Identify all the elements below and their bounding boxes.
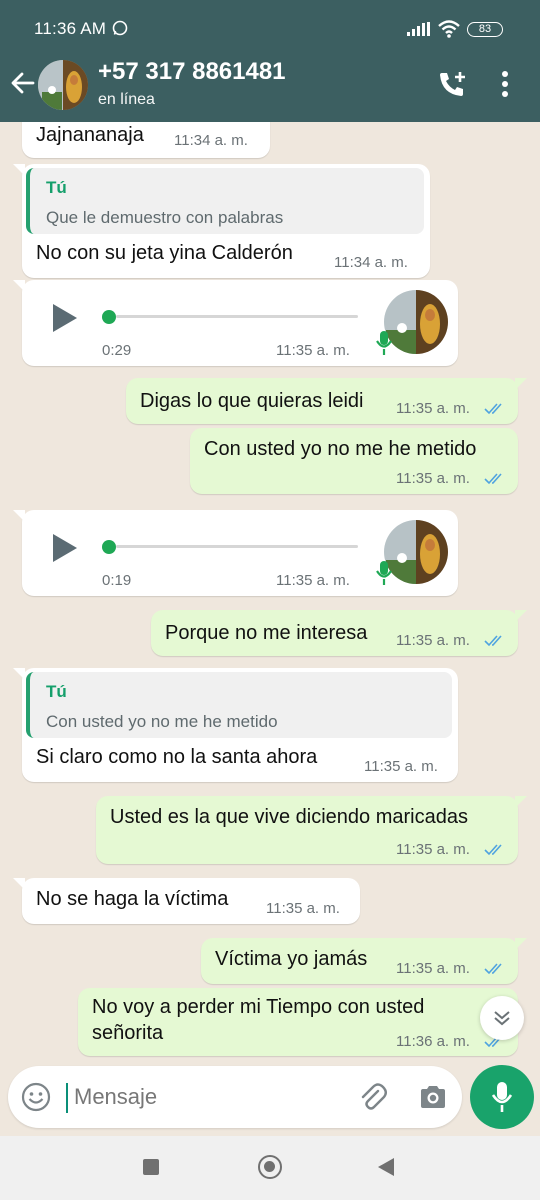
read-ticks-icon	[484, 843, 506, 861]
chat-header: 11:36 AM 83 +57 317 8861481 en línea	[0, 0, 540, 122]
message-text: Con usted yo no me he metido	[204, 438, 477, 460]
outgoing-message[interactable]: Con usted yo no me he metido 11:35 a. m.	[190, 428, 518, 494]
mic-icon	[376, 560, 392, 591]
message-time: 11:34 a. m.	[334, 254, 408, 271]
voice-sender-avatar	[384, 290, 448, 354]
message-time: 11:35 a. m.	[396, 632, 470, 649]
play-icon[interactable]	[50, 532, 80, 569]
message-time: 11:35 a. m.	[396, 841, 470, 858]
message-text: Digas lo que quieras leidi	[140, 390, 364, 412]
incoming-reply-message[interactable]: Tú Con usted yo no me he metido Si claro…	[13, 668, 458, 782]
outgoing-message[interactable]: Víctima yo jamás 11:35 a. m.	[201, 938, 527, 984]
message-time: 11:35 a. m.	[364, 758, 438, 775]
voice-record-button[interactable]	[470, 1065, 534, 1129]
read-ticks-icon	[484, 634, 506, 652]
contact-avatar[interactable]	[38, 60, 88, 110]
message-time: 11:34 a. m.	[174, 132, 248, 149]
message-time: 11:35 a. m.	[396, 400, 470, 417]
quoted-message[interactable]: Tú Que le demuestro con palabras	[26, 168, 424, 234]
emoji-icon[interactable]	[21, 1082, 51, 1117]
incoming-reply-message[interactable]: Tú Que le demuestro con palabras No con …	[13, 164, 430, 278]
message-time: 11:35 a. m.	[266, 900, 340, 917]
play-icon[interactable]	[50, 302, 80, 339]
text-caret	[66, 1083, 68, 1113]
message-composer[interactable]: Mensaje	[8, 1066, 462, 1128]
message-text: No con su jeta yina Calderón	[36, 242, 293, 264]
message-input[interactable]: Mensaje	[74, 1084, 157, 1110]
add-call-icon[interactable]	[438, 70, 468, 103]
camera-icon[interactable]	[419, 1084, 447, 1115]
message-time: 11:35 a. m.	[396, 960, 470, 977]
scroll-to-bottom-button[interactable]	[480, 996, 524, 1040]
read-ticks-icon	[484, 962, 506, 980]
battery-icon: 83	[467, 22, 503, 37]
quote-text: Que le demuestro con palabras	[46, 208, 284, 227]
contact-name[interactable]: +57 317 8861481	[98, 58, 286, 86]
message-time: 11:35 a. m.	[276, 342, 350, 359]
recents-button[interactable]	[143, 1159, 159, 1175]
outgoing-message[interactable]: Usted es la que vive diciendo maricadas …	[96, 796, 527, 864]
signal-icon	[407, 22, 431, 41]
voice-duration: 0:19	[102, 572, 132, 589]
chat-area[interactable]: Jajnananaja 11:34 a. m. Tú Que le demues…	[0, 122, 540, 1062]
read-ticks-icon	[484, 402, 506, 420]
message-time: 11:35 a. m.	[396, 470, 470, 487]
attach-icon[interactable]	[358, 1082, 388, 1117]
back-arrow-icon[interactable]	[10, 70, 36, 101]
menu-dots-icon[interactable]	[501, 71, 509, 102]
voice-sender-avatar	[384, 520, 448, 584]
voice-progress-track[interactable]	[116, 545, 358, 548]
incoming-voice-message[interactable]: 0:29 11:35 a. m.	[13, 280, 458, 366]
message-text-line1: No voy a perder mi Tiempo con usted	[92, 996, 425, 1018]
outgoing-message[interactable]: Digas lo que quieras leidi 11:35 a. m.	[126, 378, 527, 424]
quote-author: Tú	[46, 682, 67, 701]
system-nav-bar	[0, 1136, 540, 1200]
incoming-voice-message[interactable]: 0:19 11:35 a. m.	[13, 510, 458, 596]
message-text: Víctima yo jamás	[215, 948, 368, 970]
wifi-icon	[437, 19, 461, 44]
message-text-line2: señorita	[92, 1022, 164, 1044]
chevron-down-icon	[492, 1008, 512, 1033]
quoted-message[interactable]: Tú Con usted yo no me he metido	[26, 672, 452, 738]
voice-progress-handle[interactable]	[102, 310, 116, 324]
status-time: 11:36 AM	[34, 19, 107, 38]
message-text: Si claro como no la santa ahora	[36, 746, 318, 768]
whatsapp-notification-icon	[112, 20, 128, 41]
incoming-message[interactable]: Jajnananaja 11:34 a. m.	[22, 122, 270, 158]
quote-author: Tú	[46, 178, 67, 197]
voice-progress-handle[interactable]	[102, 540, 116, 554]
message-text: No se haga la víctima	[36, 888, 229, 910]
voice-duration: 0:29	[102, 342, 132, 359]
outgoing-message[interactable]: No voy a perder mi Tiempo con usted seño…	[78, 988, 518, 1056]
read-ticks-icon	[484, 472, 506, 490]
quote-text: Con usted yo no me he metido	[46, 712, 278, 731]
message-text: Porque no me interesa	[165, 622, 368, 644]
message-time: 11:35 a. m.	[276, 572, 350, 589]
voice-progress-track[interactable]	[116, 315, 358, 318]
contact-status: en línea	[98, 91, 155, 108]
back-button[interactable]	[378, 1158, 394, 1176]
mic-icon	[491, 1081, 513, 1118]
message-text: Usted es la que vive diciendo maricadas	[110, 806, 468, 828]
home-button[interactable]	[258, 1155, 282, 1179]
message-text: Jajnananaja	[36, 124, 144, 146]
status-bar: 11:36 AM 83	[0, 0, 540, 58]
incoming-message[interactable]: No se haga la víctima 11:35 a. m.	[13, 878, 360, 924]
outgoing-message[interactable]: Porque no me interesa 11:35 a. m.	[151, 610, 527, 656]
mic-icon	[376, 330, 392, 361]
message-time: 11:36 a. m.	[396, 1033, 470, 1050]
